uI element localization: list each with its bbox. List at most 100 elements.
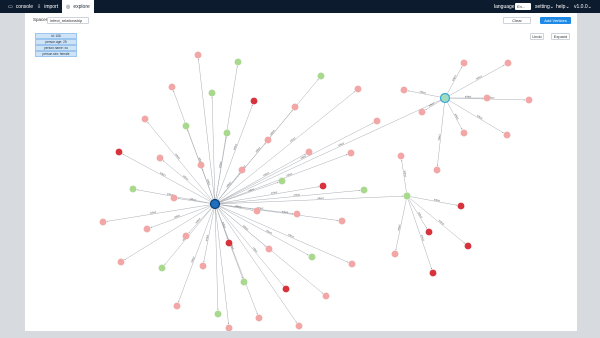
edge[interactable] (218, 205, 349, 263)
graph-node[interactable] (223, 129, 231, 137)
graph-node[interactable] (234, 58, 242, 66)
nav-explore[interactable]: ◎ explore (62, 0, 94, 13)
graph-node[interactable] (373, 117, 381, 125)
graph-node[interactable] (240, 278, 248, 286)
edge[interactable] (217, 207, 297, 323)
graph-node[interactable] (418, 108, 426, 116)
graph-node[interactable] (460, 129, 468, 137)
graph-node[interactable] (397, 152, 405, 160)
graph-node[interactable] (264, 136, 272, 144)
graph-node[interactable] (225, 239, 233, 247)
graph-node-hub[interactable] (403, 192, 411, 200)
graph-node[interactable] (143, 225, 151, 233)
setting-chevron-icon: ⌄ (549, 3, 554, 10)
graph-node[interactable] (317, 72, 325, 80)
edge[interactable] (214, 207, 219, 311)
graph-node-hub[interactable] (439, 92, 451, 104)
edge[interactable] (218, 153, 306, 203)
edge[interactable] (124, 205, 212, 261)
graph-node[interactable] (295, 322, 303, 330)
graph-node[interactable] (347, 149, 355, 157)
graph-node[interactable] (457, 202, 465, 210)
edge-label: infect (174, 153, 181, 161)
edge[interactable] (106, 204, 212, 222)
space-select[interactable]: infect_relationship (47, 16, 89, 24)
graph-node[interactable] (199, 262, 207, 270)
graph-node[interactable] (115, 148, 123, 156)
edge-label: infect (300, 154, 308, 161)
graph-node[interactable] (214, 310, 222, 318)
graph-node[interactable] (253, 207, 261, 215)
undo-button[interactable]: Undo (530, 33, 544, 40)
edge[interactable] (218, 195, 404, 205)
edge[interactable] (217, 91, 356, 202)
graph-node[interactable] (156, 154, 164, 162)
graph-node[interactable] (158, 264, 166, 272)
edge[interactable] (217, 206, 284, 287)
graph-node[interactable] (238, 166, 246, 174)
graph-node[interactable] (319, 182, 327, 190)
graph-node[interactable] (322, 292, 330, 300)
graph-canvas[interactable]: infect infect infect infect infect infect infe… (25, 13, 577, 331)
graph-node-selected[interactable] (209, 198, 221, 210)
graph-node[interactable] (348, 260, 356, 268)
graph-node[interactable] (194, 51, 202, 59)
edge-label: infect (437, 134, 442, 141)
edge-label: infect (189, 197, 196, 202)
graph-node[interactable] (308, 253, 316, 261)
version-menu[interactable]: v1.0.0 ⌄ (574, 0, 592, 13)
edge[interactable] (436, 101, 445, 167)
add-vertices-button[interactable]: Add Vertices (540, 17, 571, 24)
graph-node[interactable] (282, 285, 290, 293)
graph-node[interactable] (250, 97, 258, 105)
edge[interactable] (211, 96, 216, 201)
graph-node[interactable] (208, 89, 216, 97)
graph-node[interactable] (429, 269, 437, 277)
edge[interactable] (215, 207, 230, 325)
graph-node[interactable] (433, 166, 441, 174)
setting-menu[interactable]: setting ⌄ (535, 0, 554, 13)
graph-node[interactable] (197, 161, 205, 169)
clear-button[interactable]: Clear (503, 17, 531, 24)
graph-node[interactable] (503, 131, 511, 139)
graph-node[interactable] (305, 148, 313, 156)
graph-node[interactable] (400, 86, 408, 94)
graph-node[interactable] (504, 59, 512, 67)
expand-button[interactable]: Expand (551, 33, 570, 40)
edge[interactable] (218, 99, 442, 203)
help-menu[interactable]: help ⌄ (556, 0, 570, 13)
edge-label: infect (173, 213, 180, 219)
graph-node[interactable] (255, 314, 263, 322)
graph-node[interactable] (354, 85, 362, 93)
graph-node[interactable] (182, 122, 190, 130)
graph-node[interactable] (278, 177, 286, 185)
graph-node[interactable] (291, 103, 299, 111)
graph-node[interactable] (464, 242, 472, 250)
graph-node[interactable] (99, 218, 107, 226)
graph-node[interactable] (265, 245, 273, 253)
graph-node[interactable] (525, 96, 533, 104)
graph-node[interactable] (173, 302, 181, 310)
console-icon: ▭ (8, 3, 13, 10)
edge-label: infect (282, 209, 289, 214)
nav-explore-label: explore (73, 3, 90, 10)
graph-node[interactable] (293, 210, 301, 218)
graph-node[interactable] (117, 258, 125, 266)
nav-import[interactable]: ⇩ import (33, 0, 62, 13)
graph-node[interactable] (460, 59, 468, 67)
graph-node[interactable] (182, 232, 190, 240)
graph-node[interactable] (129, 185, 137, 193)
graph-node[interactable] (338, 217, 346, 225)
graph-node[interactable] (168, 83, 176, 91)
edge[interactable] (150, 205, 212, 228)
language-select[interactable]: En... (515, 3, 531, 10)
graph-node[interactable] (483, 94, 491, 102)
edge-label: infect (248, 187, 255, 193)
version-label: v1.0.0 (574, 3, 588, 10)
graph-node[interactable] (360, 186, 368, 194)
graph-node[interactable] (141, 115, 149, 123)
graph-node[interactable] (425, 228, 433, 236)
graph-node[interactable] (391, 250, 399, 258)
graph-node[interactable] (170, 194, 178, 202)
edge-label: infect (454, 113, 461, 121)
